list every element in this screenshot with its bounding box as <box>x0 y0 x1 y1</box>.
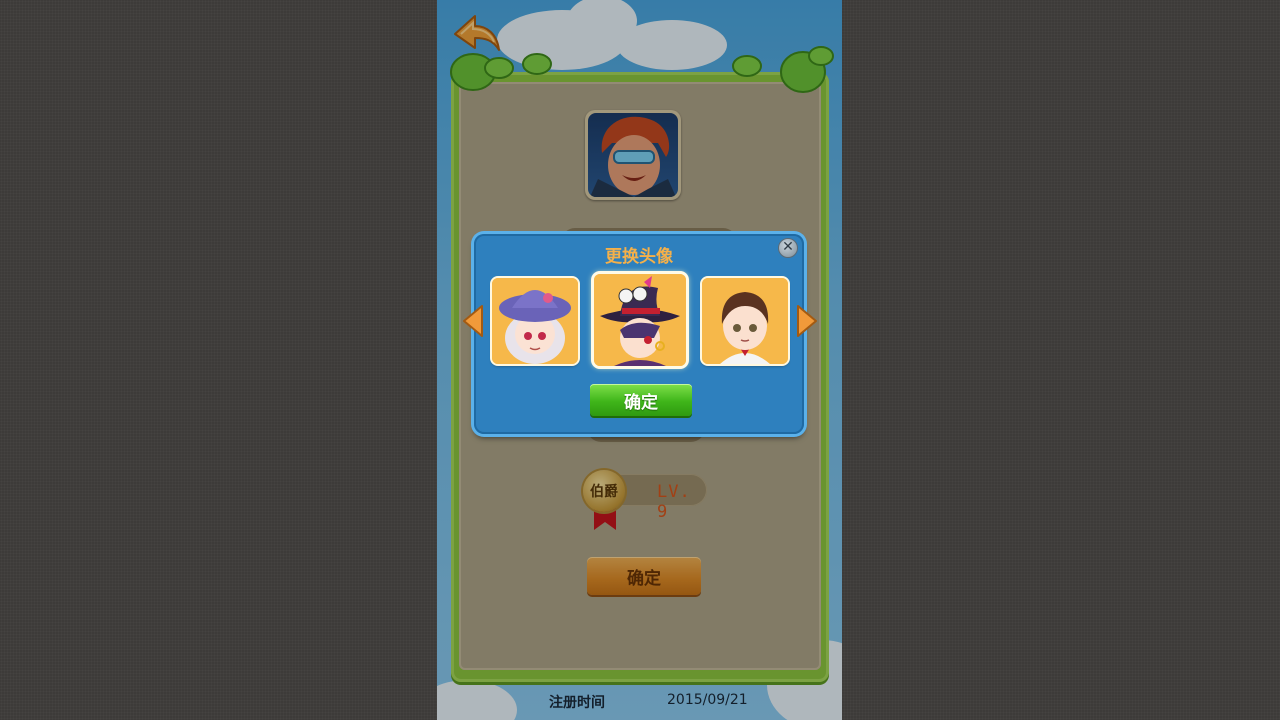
magician-boy-avatar[interactable] <box>594 274 686 366</box>
arrow-left-icon[interactable] <box>462 304 484 338</box>
witch-girl-avatar[interactable] <box>492 278 578 364</box>
change-avatar-dialog: 更换头像 ✕ 确定 <box>463 234 817 434</box>
gentleman-avatar[interactable] <box>702 278 788 364</box>
arrow-right-icon[interactable] <box>796 304 818 338</box>
close-icon[interactable]: ✕ <box>778 238 798 258</box>
dialog-confirm-button[interactable]: 确定 <box>590 384 692 416</box>
dialog-title: 更换头像 <box>605 247 673 267</box>
